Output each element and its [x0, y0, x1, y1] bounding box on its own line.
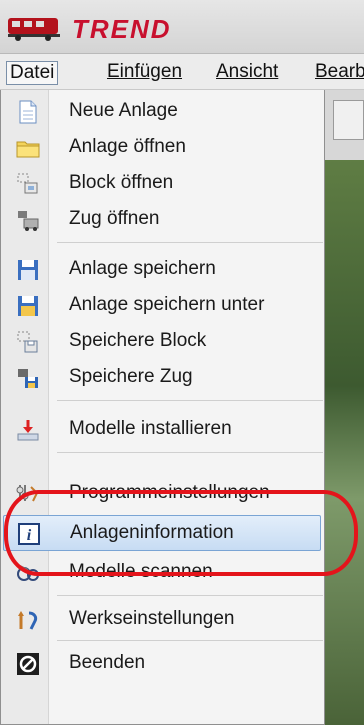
menu-separator [57, 242, 323, 243]
menu-separator [57, 595, 323, 596]
menu-item-label: Speichere Block [69, 330, 207, 351]
menu-bar: Datei Einfügen Ansicht Bearb [0, 54, 364, 90]
menu-item-label: Anlage speichern [69, 258, 216, 279]
menu-item-werkseinstellungen[interactable]: Werkseinstellungen [3, 602, 321, 638]
menu-item-beenden[interactable]: Beenden [3, 646, 321, 682]
train-open-icon [18, 211, 39, 231]
menu-bearbeiten[interactable]: Bearb [312, 61, 364, 85]
menu-separator [57, 400, 323, 401]
menu-item-zug-oeffnen[interactable]: Zug öffnen [3, 202, 321, 238]
menu-ansicht[interactable]: Ansicht [213, 61, 281, 85]
title-bar: TREND [0, 0, 364, 54]
block-open-icon [17, 173, 38, 194]
menu-item-label: Neue Anlage [69, 100, 178, 121]
folder-icon [16, 141, 40, 158]
menu-item-anlage-speichern[interactable]: Anlage speichern [3, 252, 321, 288]
save-icon [18, 260, 38, 280]
menu-item-speichere-block[interactable]: Speichere Block [3, 324, 321, 360]
menu-item-label: Modelle installieren [69, 418, 232, 439]
menu-item-label: Anlage öffnen [69, 136, 186, 157]
file-menu-dropdown: Neue Anlage Anlage öffnen Block öffnen Z… [0, 90, 325, 725]
train-logo-icon [8, 18, 60, 41]
menu-item-label: Werkseinstellungen [69, 608, 235, 629]
menu-item-anlage-oeffnen[interactable]: Anlage öffnen [3, 130, 321, 166]
menu-item-label: Zug öffnen [69, 208, 160, 229]
app-brand: TREND [72, 14, 172, 44]
menu-separator [57, 452, 323, 453]
factory-settings-icon [18, 611, 38, 630]
save-train-icon [18, 369, 38, 388]
menu-ansicht-label: Ansicht [216, 61, 279, 82]
menu-item-anlage-speichern-unter[interactable]: Anlage speichern unter [3, 288, 321, 324]
menu-bearbeiten-label: Bearb [315, 61, 364, 82]
exit-icon [17, 653, 39, 675]
menu-datei[interactable]: Datei [6, 61, 59, 85]
menu-datei-label: Datei [10, 62, 55, 83]
new-document-icon [19, 100, 37, 124]
menu-item-label: Speichere Zug [69, 366, 193, 387]
menu-separator [57, 640, 323, 641]
menu-item-label: Anlage speichern unter [69, 294, 265, 315]
scene-view[interactable] [325, 160, 364, 725]
menu-einfuegen[interactable]: Einfügen [104, 61, 185, 85]
menu-einfuegen-label: Einfügen [107, 61, 183, 82]
save-block-icon [17, 331, 38, 353]
save-as-icon [18, 296, 38, 316]
menu-item-label: Block öffnen [69, 172, 174, 193]
menu-item-speichere-zug[interactable]: Speichere Zug [3, 360, 321, 396]
red-highlight-annotation [4, 490, 358, 576]
menu-item-label: Beenden [69, 652, 146, 673]
toolbar-button[interactable] [333, 100, 364, 140]
install-icon [17, 420, 39, 441]
menu-item-modelle-installieren[interactable]: Modelle installieren [3, 412, 321, 448]
menu-item-block-oeffnen[interactable]: Block öffnen [3, 166, 321, 202]
menu-item-neue-anlage[interactable]: Neue Anlage [3, 94, 321, 130]
